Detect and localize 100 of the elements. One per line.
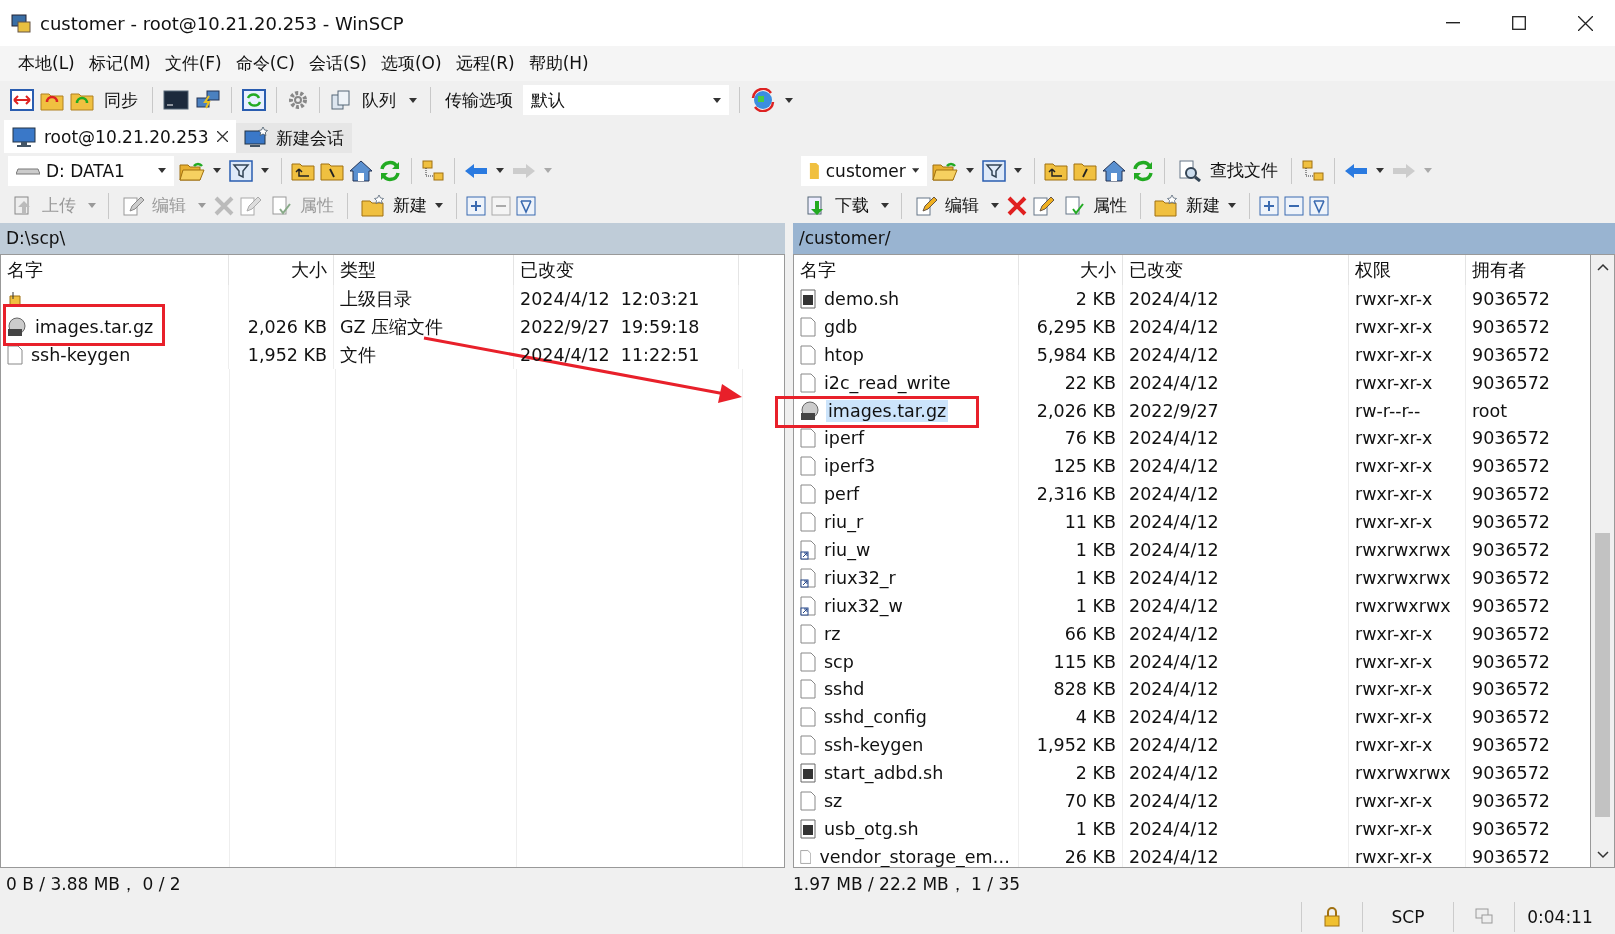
dropdown-icon[interactable] <box>911 168 919 173</box>
find-files-button[interactable]: 查找文件 <box>1174 157 1282 184</box>
column-header[interactable]: 大小 <box>1019 255 1123 285</box>
file-name[interactable]: riux32_w <box>822 594 905 617</box>
file-name[interactable]: images.tar.gz <box>826 399 949 422</box>
new-button[interactable]: 新建 <box>357 192 447 219</box>
column-header[interactable]: 已改变 <box>514 255 739 285</box>
file-name[interactable]: riu_r <box>822 511 866 534</box>
menu-item[interactable]: 帮助(H) <box>528 52 589 75</box>
delete-icon[interactable] <box>1007 195 1027 216</box>
filter-icon[interactable] <box>229 159 253 182</box>
properties-button[interactable]: 属性 <box>1059 192 1131 219</box>
scroll-down-icon[interactable] <box>1596 851 1609 859</box>
rename-icon[interactable] <box>1032 194 1054 217</box>
close-icon[interactable] <box>1578 15 1593 31</box>
file-name[interactable]: rz <box>822 622 843 645</box>
plus-icon[interactable] <box>1259 195 1279 216</box>
dropdown-icon[interactable] <box>1014 168 1022 173</box>
dropdown-icon[interactable] <box>496 168 504 173</box>
column-header[interactable]: 名字 <box>1 255 229 285</box>
dropdown-icon[interactable] <box>966 168 974 173</box>
refresh-icon[interactable] <box>1131 159 1155 182</box>
file-name[interactable]: sz <box>822 789 845 812</box>
folder-tree-icon[interactable] <box>421 159 445 182</box>
file-name[interactable]: scp <box>822 650 856 673</box>
globe-sync-icon[interactable] <box>750 88 776 112</box>
edit-button[interactable]: 编辑 <box>911 192 983 219</box>
new-button[interactable]: 新建 <box>1150 192 1240 219</box>
file-name[interactable]: iperf <box>822 427 867 450</box>
transfer-preset-dropdown[interactable]: 默认 <box>523 85 729 115</box>
file-name[interactable]: usb_otg.sh <box>822 817 921 840</box>
file-name[interactable]: start_adbd.sh <box>822 762 946 785</box>
sync-button[interactable]: 同步 <box>100 88 142 112</box>
menu-item[interactable]: 远程(R) <box>455 52 515 75</box>
file-name[interactable]: ssh-keygen <box>29 343 133 366</box>
vertical-scrollbar[interactable] <box>1591 254 1615 868</box>
back-arrow-icon[interactable] <box>464 162 488 179</box>
column-header[interactable]: 大小 <box>229 255 334 285</box>
file-name[interactable]: perf <box>822 483 862 506</box>
column-header[interactable]: 类型 <box>334 255 514 285</box>
compare-icon[interactable] <box>10 89 34 111</box>
dropdown-icon[interactable] <box>785 97 793 103</box>
menu-item[interactable]: 文件(F) <box>164 52 222 75</box>
file-name[interactable]: vendor_storage_em… <box>817 845 1012 867</box>
dropdown-icon[interactable] <box>261 168 269 173</box>
file-name[interactable]: riu_w <box>822 538 873 561</box>
home-icon[interactable] <box>1102 159 1126 182</box>
filter-icon[interactable] <box>982 159 1006 182</box>
file-name[interactable]: i2c_read_write <box>822 371 953 394</box>
dropdown-icon[interactable] <box>158 168 166 173</box>
terminal-icon[interactable] <box>163 89 189 111</box>
file-name[interactable]: images.tar.gz <box>33 315 156 338</box>
plus-icon[interactable] <box>466 195 486 216</box>
minus-icon[interactable] <box>1284 195 1304 216</box>
menu-item[interactable]: 会话(S) <box>308 52 367 75</box>
minimize-icon[interactable] <box>1446 22 1460 24</box>
directory-dropdown[interactable]: customer <box>801 155 927 186</box>
menu-item[interactable]: 选项(O) <box>380 52 442 75</box>
menu-item[interactable]: 标记(M) <box>88 52 151 75</box>
close-icon[interactable] <box>216 131 228 142</box>
dropdown-icon[interactable] <box>881 203 889 208</box>
menu-item[interactable]: 本地(L) <box>18 52 75 75</box>
file-name[interactable]: demo.sh <box>822 287 902 310</box>
column-header[interactable]: 已改变 <box>1123 255 1349 285</box>
refresh-icon[interactable] <box>378 159 402 182</box>
column-header[interactable]: 名字 <box>794 255 1019 285</box>
invert-selection-icon[interactable] <box>1309 195 1329 216</box>
file-name[interactable]: sshd <box>822 678 867 701</box>
dropdown-icon[interactable] <box>409 97 417 103</box>
column-header[interactable]: 拥有者 <box>1466 255 1590 285</box>
invert-selection-icon[interactable] <box>516 195 536 216</box>
dropdown-icon[interactable] <box>991 203 999 208</box>
file-name[interactable]: htop <box>822 343 866 366</box>
home-icon[interactable] <box>349 159 373 182</box>
menu-item[interactable]: 命令(C) <box>235 52 295 75</box>
drive-dropdown[interactable]: D: DATA1 <box>8 155 174 186</box>
dropdown-icon[interactable] <box>1376 168 1384 173</box>
file-name[interactable]: ssh-keygen <box>822 734 926 757</box>
folder-tree-icon[interactable] <box>1301 159 1325 182</box>
settings-icon[interactable] <box>287 89 309 111</box>
download-button[interactable]: 下载 <box>801 192 873 219</box>
column-header[interactable]: 权限 <box>1349 255 1466 285</box>
file-name[interactable]: sshd_config <box>822 706 929 729</box>
maximize-icon[interactable] <box>1512 16 1526 30</box>
file-name[interactable]: iperf3 <box>822 455 878 478</box>
refresh-window-icon[interactable] <box>242 89 266 111</box>
file-name[interactable]: gdb <box>822 315 860 338</box>
dropdown-icon[interactable] <box>435 203 443 208</box>
session-tab[interactable]: 新建会话 <box>235 123 352 153</box>
dropdown-icon[interactable] <box>713 97 721 103</box>
back-arrow-icon[interactable] <box>1344 162 1368 179</box>
documents-icon[interactable] <box>330 89 352 111</box>
file-name[interactable]: riux32_r <box>822 566 898 589</box>
session-tab[interactable]: root@10.21.20.253 <box>4 120 236 153</box>
computers-icon[interactable] <box>195 89 221 111</box>
properties-icon <box>270 194 292 217</box>
scroll-up-icon[interactable] <box>1596 263 1609 271</box>
dropdown-icon[interactable] <box>1228 203 1236 208</box>
queue-button[interactable]: 队列 <box>358 88 400 112</box>
dropdown-icon[interactable] <box>213 168 221 173</box>
